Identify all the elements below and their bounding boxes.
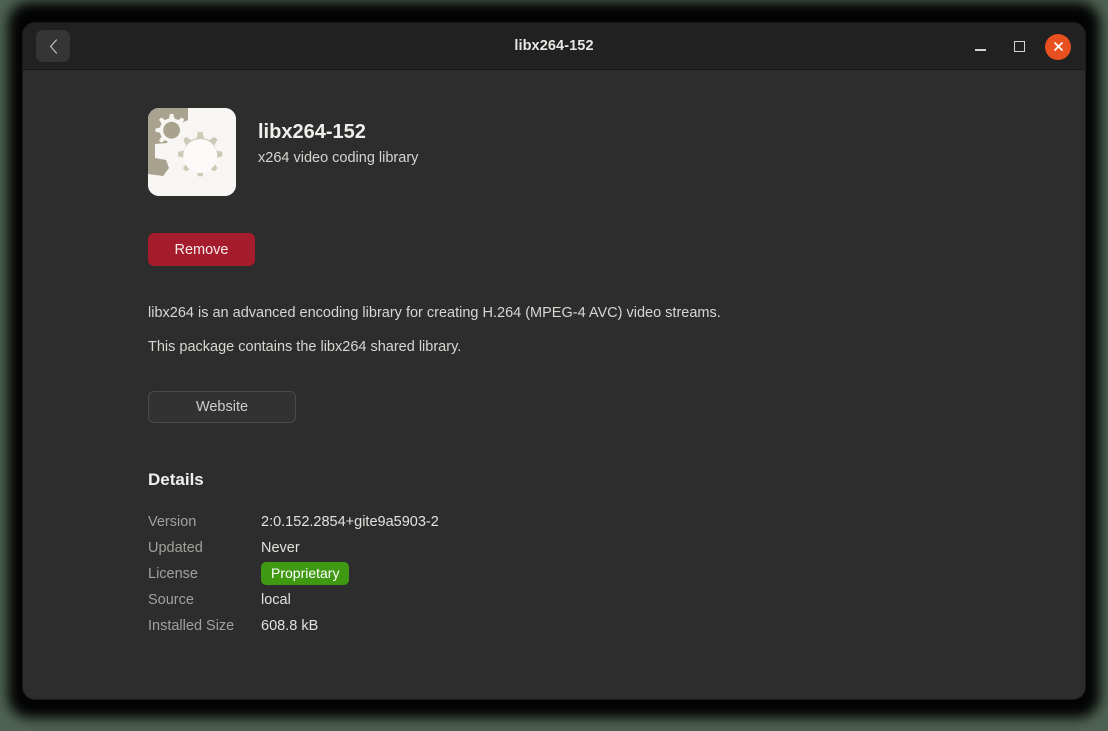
detail-label: Version	[148, 514, 197, 531]
table-row: Installed Size 608.8 kB	[148, 613, 439, 639]
close-button[interactable]	[1045, 33, 1071, 60]
package-detail-page: libx264-152 x264 video coding library Re…	[23, 70, 1085, 699]
maximize-icon	[1013, 41, 1025, 52]
description-paragraph: libx264 is an advanced encoding library …	[148, 305, 721, 321]
detail-value-installed-size: 608.8 kB	[261, 618, 319, 635]
package-name-block: libx264-152 x264 video coding library	[258, 108, 418, 168]
detail-value-source: local	[261, 592, 291, 609]
maximize-button[interactable]	[1006, 34, 1032, 60]
table-row: Source local	[148, 587, 439, 613]
remove-button[interactable]: Remove	[148, 233, 255, 266]
minimize-button[interactable]	[967, 34, 993, 60]
package-gears-icon	[148, 108, 236, 196]
desktop-background: libx264-152 libx264-152 x264 video codin…	[0, 0, 1108, 731]
detail-label: Installed Size	[148, 618, 235, 635]
package-header: libx264-152 x264 video coding library	[148, 108, 1085, 196]
detail-value-updated: Never	[261, 540, 300, 557]
package-summary: x264 video coding library	[258, 150, 419, 166]
detail-label: Updated	[148, 540, 203, 557]
window-controls	[967, 23, 1071, 70]
minimize-icon	[974, 49, 986, 51]
table-row: Version 2:0.152.2854+gite9a5903-2	[148, 509, 439, 535]
details-table: Version 2:0.152.2854+gite9a5903-2 Update…	[148, 509, 439, 639]
window-title: libx264-152	[514, 38, 594, 54]
back-button[interactable]	[36, 30, 70, 62]
details-heading: Details	[148, 470, 204, 490]
table-row: Updated Never	[148, 535, 439, 561]
chevron-left-icon	[49, 38, 57, 54]
table-row: License Proprietary	[148, 561, 439, 587]
detail-label: Source	[148, 592, 194, 609]
detail-value-license: Proprietary	[261, 561, 439, 587]
description-paragraph: This package contains the libx264 shared…	[148, 338, 462, 355]
close-icon	[1053, 42, 1063, 51]
detail-label: License	[148, 566, 198, 583]
website-button[interactable]: Website	[148, 391, 296, 424]
package-title: libx264-152	[258, 121, 366, 143]
window-titlebar: libx264-152	[23, 23, 1085, 70]
app-window: libx264-152 libx264-152 x264 video codin…	[22, 22, 1086, 700]
license-badge: Proprietary	[261, 562, 350, 586]
detail-value-version: 2:0.152.2854+gite9a5903-2	[261, 514, 439, 531]
package-description: libx264 is an advanced encoding library …	[148, 304, 1085, 357]
